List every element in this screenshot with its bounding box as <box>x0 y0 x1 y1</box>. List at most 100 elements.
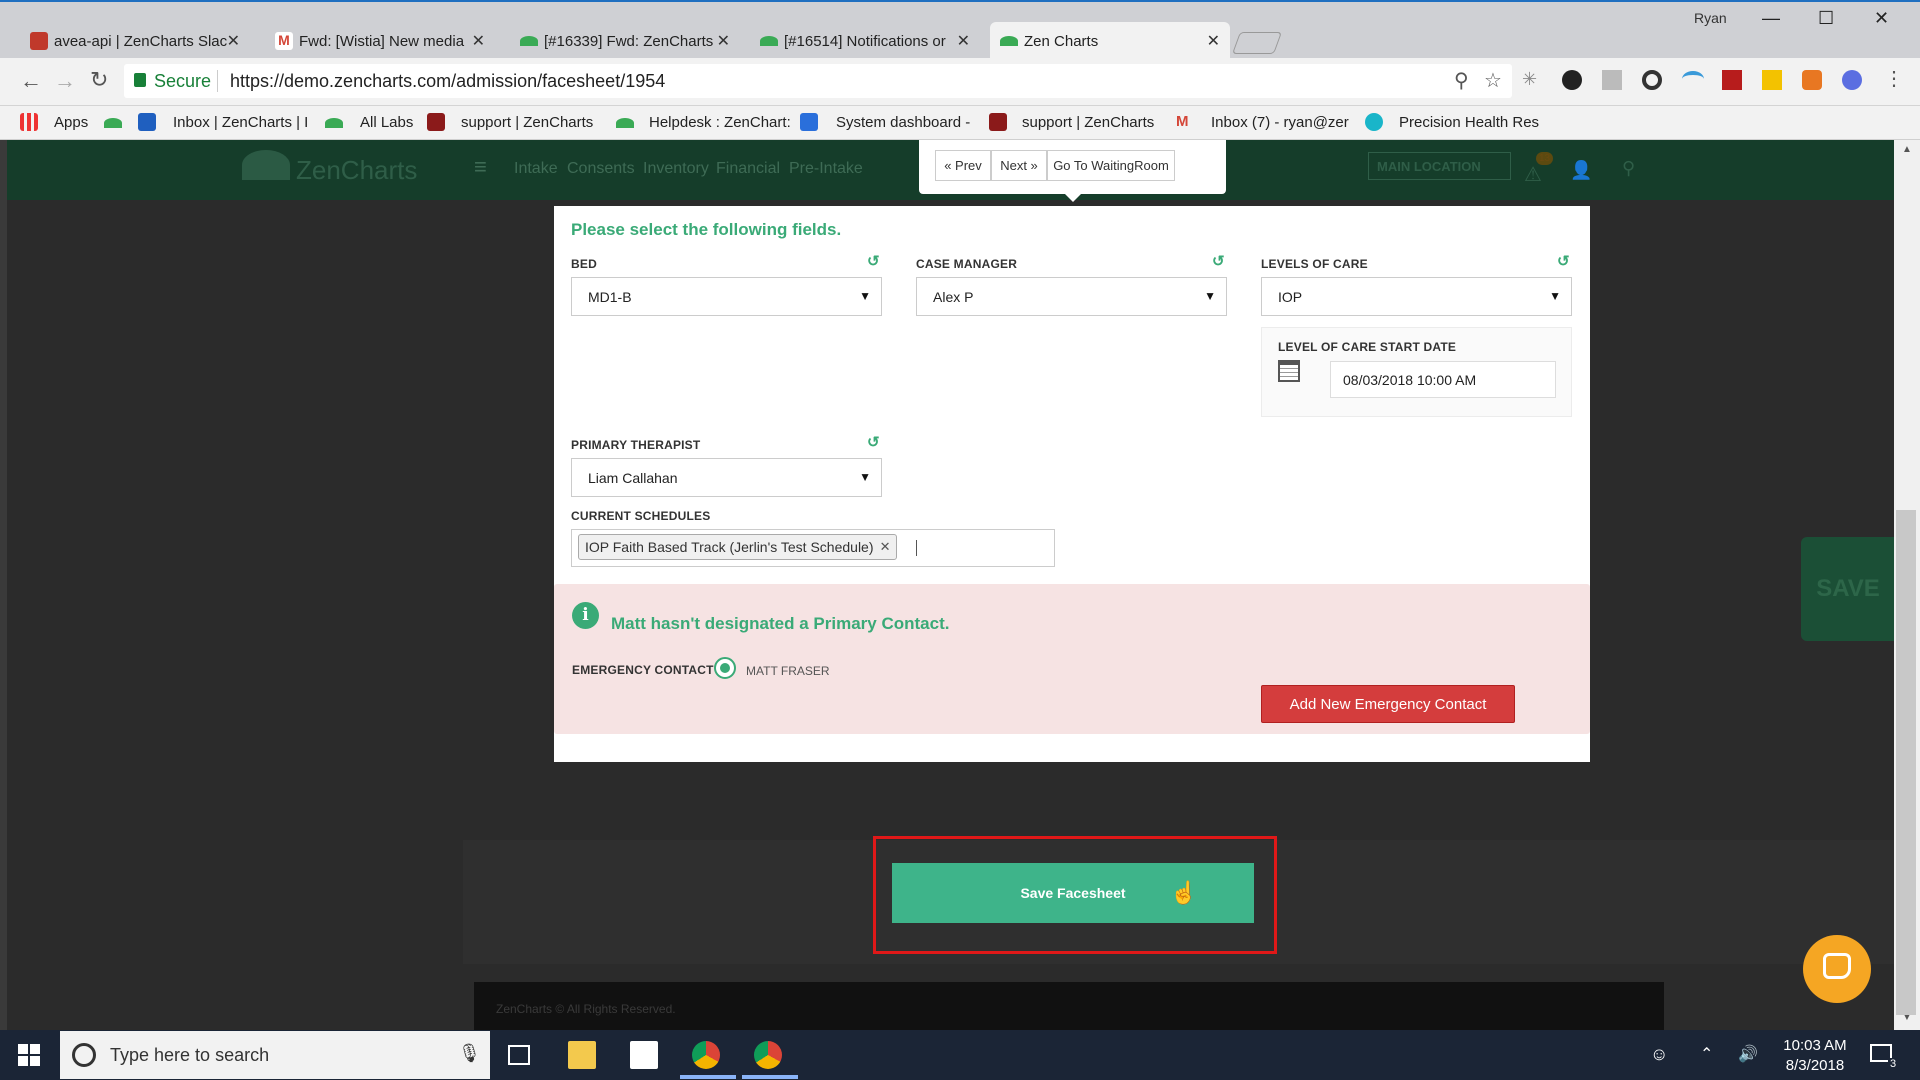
bookmark-item[interactable]: Helpdesk : ZenChart: <box>649 114 791 131</box>
bed-value: MD1-B <box>588 288 632 305</box>
next-button[interactable]: Next » <box>991 150 1047 181</box>
bed-select[interactable]: MD1-B ▼ <box>571 277 882 316</box>
contact-radio[interactable] <box>714 657 736 679</box>
close-tab-icon[interactable]: ✕ <box>1207 31 1220 51</box>
extension-icon[interactable] <box>1842 70 1862 90</box>
side-save-button[interactable]: SAVE <box>1801 537 1895 641</box>
bookmark-item[interactable]: All Labs <box>360 114 413 131</box>
bed-reset-icon[interactable]: ↺ <box>867 252 880 270</box>
browser-tab[interactable]: [#16339] Fwd: ZenCharts ✕ <box>510 22 740 60</box>
bookmark-item[interactable]: Precision Health Res <box>1399 114 1539 131</box>
bookmark-star-icon[interactable]: ☆ <box>1484 68 1502 93</box>
location-select[interactable]: MAIN LOCATION <box>1368 152 1511 180</box>
primary-therapist-select[interactable]: Liam Callahan ▼ <box>571 458 882 497</box>
microphone-icon[interactable]: 🎙 <box>458 1043 481 1064</box>
nav-inventory[interactable]: Inventory <box>643 160 709 178</box>
levels-of-care-reset-icon[interactable]: ↺ <box>1557 252 1570 270</box>
scrollbar-thumb[interactable] <box>1896 510 1916 1015</box>
case-manager-reset-icon[interactable]: ↺ <box>1212 252 1225 270</box>
calendar-icon[interactable] <box>1278 360 1300 382</box>
browser-tab-active[interactable]: Zen Charts ✕ <box>990 22 1230 60</box>
browser-tab[interactable]: M Fwd: [Wistia] New media ✕ <box>265 22 495 60</box>
profile-name[interactable]: Ryan <box>1694 10 1727 26</box>
scroll-up-icon[interactable]: ▲ <box>1902 144 1912 155</box>
pager-caret <box>1065 194 1081 202</box>
chevron-down-icon: ▼ <box>859 470 871 484</box>
zoom-icon[interactable]: ⚲ <box>1454 68 1469 93</box>
address-bar[interactable]: Secure https://demo.zencharts.com/admiss… <box>124 64 1512 98</box>
windows-start-icon[interactable] <box>18 1044 40 1066</box>
extension-icon[interactable] <box>1762 70 1782 90</box>
extension-icon[interactable] <box>1802 70 1822 90</box>
info-icon: i <box>572 602 599 629</box>
chrome-icon[interactable] <box>692 1041 720 1069</box>
levels-of-care-select[interactable]: IOP ▼ <box>1261 277 1572 316</box>
pdf-extension-icon[interactable] <box>1722 70 1742 90</box>
user-icon[interactable]: 👤 <box>1570 160 1592 181</box>
menu-icon[interactable]: ⋮ <box>1884 66 1904 91</box>
loc-start-input[interactable]: 08/03/2018 10:00 AM <box>1330 361 1556 398</box>
contact-name: MATT FRASER <box>746 664 830 678</box>
new-tab-button[interactable] <box>1231 32 1283 54</box>
file-explorer-icon[interactable] <box>568 1041 596 1069</box>
back-icon[interactable]: ← <box>20 68 42 94</box>
bookmark-item[interactable]: support | ZenCharts <box>461 114 593 131</box>
nav-consents[interactable]: Consents <box>567 160 635 178</box>
waiting-room-button[interactable]: Go To WaitingRoom <box>1047 150 1175 181</box>
browser-tab[interactable]: avea-api | ZenCharts Slac ✕ <box>20 22 250 60</box>
store-icon[interactable] <box>630 1041 658 1069</box>
people-icon[interactable]: ☺ <box>1650 1044 1668 1065</box>
current-schedules-input[interactable]: IOP Faith Based Track (Jerlin's Test Sch… <box>571 529 1055 567</box>
prev-button[interactable]: « Prev <box>935 150 991 181</box>
primary-therapist-reset-icon[interactable]: ↺ <box>867 433 880 451</box>
active-app-indicator <box>680 1075 736 1079</box>
extension-icon[interactable] <box>1602 70 1622 90</box>
close-tab-icon[interactable]: ✕ <box>717 31 730 51</box>
add-emergency-contact-button[interactable]: Add New Emergency Contact <box>1261 685 1515 723</box>
case-manager-select[interactable]: Alex P ▼ <box>916 277 1227 316</box>
tab-label: [#16514] Notifications or <box>784 32 946 50</box>
url-text[interactable]: https://demo.zencharts.com/admission/fac… <box>230 71 665 92</box>
maximize-icon[interactable]: ☐ <box>1818 8 1834 29</box>
current-schedules-label: CURRENT SCHEDULES <box>571 509 711 523</box>
tray-chevron-icon[interactable]: ⌃ <box>1700 1044 1713 1064</box>
task-view-icon[interactable] <box>508 1045 530 1065</box>
close-tab-icon[interactable]: ✕ <box>957 31 970 51</box>
close-window-icon[interactable]: ✕ <box>1874 8 1889 29</box>
browser-tab[interactable]: [#16514] Notifications or ✕ <box>750 22 980 60</box>
nav-intake[interactable]: Intake <box>514 160 558 178</box>
taskbar-clock[interactable]: 10:03 AM 8/3/2018 <box>1770 1036 1860 1076</box>
remove-tag-icon[interactable]: ✕ <box>880 539 891 555</box>
extension-icon[interactable] <box>1562 70 1582 90</box>
bookmark-item[interactable]: support | ZenCharts <box>1022 114 1154 131</box>
taskbar-search[interactable]: Type here to search 🎙 <box>60 1031 490 1079</box>
search-icon[interactable]: ⚲ <box>1622 158 1635 179</box>
close-tab-icon[interactable]: ✕ <box>472 31 485 51</box>
volume-icon[interactable]: 🔊 <box>1738 1044 1758 1064</box>
slack-bookmark-icon <box>989 113 1007 131</box>
nav-pre-intake[interactable]: Pre-Intake <box>789 160 863 178</box>
extension-icon[interactable]: ✳ <box>1522 69 1537 90</box>
brand-name: ZenCharts <box>296 155 418 185</box>
nav-financial[interactable]: Financial <box>716 160 780 178</box>
forward-icon[interactable]: → <box>54 68 76 94</box>
hamburger-icon[interactable]: ≡ <box>474 154 487 180</box>
extension-icon[interactable] <box>1682 71 1704 87</box>
mouse-cursor-icon: ☝ <box>1170 880 1198 905</box>
loc-start-value: 08/03/2018 10:00 AM <box>1343 372 1477 388</box>
minimize-icon[interactable]: — <box>1762 8 1780 29</box>
bed-label: BED <box>571 257 597 271</box>
chrome-icon[interactable] <box>754 1041 782 1069</box>
alert-icon[interactable]: ⚠ <box>1524 162 1542 187</box>
bookmark-item[interactable]: Inbox (7) - ryan@zer <box>1211 114 1349 131</box>
bookmark-item[interactable]: System dashboard - <box>836 114 970 131</box>
chat-launcher-button[interactable] <box>1803 935 1871 1003</box>
extension-icon[interactable] <box>1642 70 1662 90</box>
loc-start-label: LEVEL OF CARE START DATE <box>1278 340 1457 354</box>
close-tab-icon[interactable]: ✕ <box>227 31 240 51</box>
bookmark-item[interactable]: Apps <box>54 114 88 131</box>
bookmark-item[interactable]: Inbox | ZenCharts | I <box>173 114 308 131</box>
reload-icon[interactable]: ↻ <box>90 67 108 93</box>
tab-label: Zen Charts <box>1024 32 1099 50</box>
primary-therapist-value: Liam Callahan <box>588 469 678 486</box>
